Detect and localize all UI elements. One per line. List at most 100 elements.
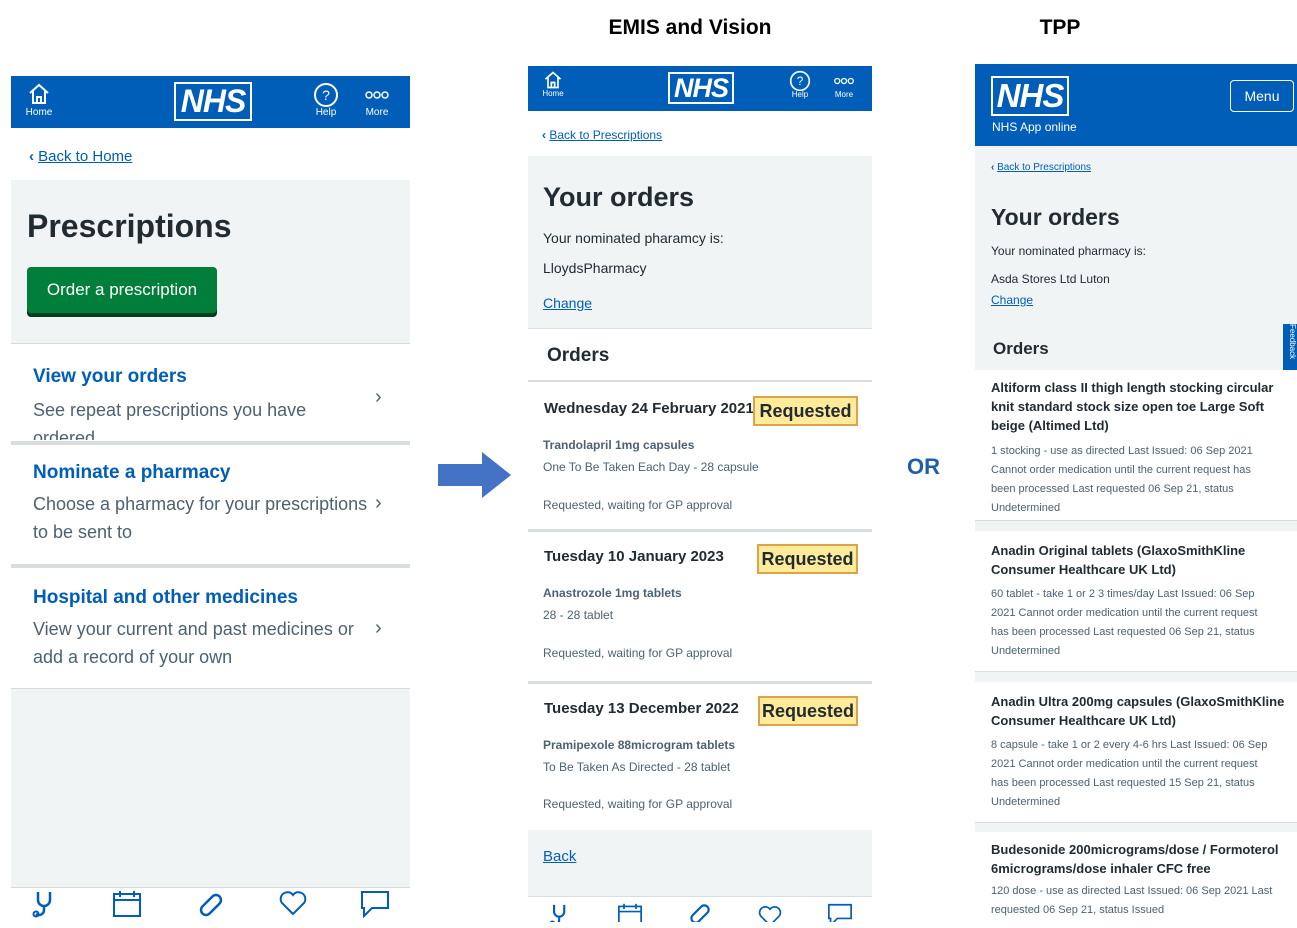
change-pharmacy-link[interactable]: Change bbox=[543, 295, 592, 311]
back-link[interactable]: Back bbox=[543, 848, 576, 865]
list-item-hospital-medicines[interactable]: Hospital and other medicines View your c… bbox=[11, 569, 410, 687]
help-icon: ? bbox=[314, 83, 338, 107]
home-label: Home bbox=[25, 107, 53, 118]
list-item-desc: View your current and past medicines or … bbox=[33, 619, 354, 667]
help-label: Help bbox=[315, 107, 337, 118]
chevron-left-icon: ‹ bbox=[29, 148, 34, 165]
divider bbox=[11, 563, 410, 568]
back-to-home-link[interactable]: ‹ Back to Home bbox=[29, 148, 132, 165]
order-medicine: Anastrozole 1mg tablets bbox=[543, 586, 682, 600]
list-item-desc: Choose a pharmacy for your prescriptions… bbox=[33, 494, 368, 542]
order-title: Budesonide 200micrograms/dose / Formoter… bbox=[991, 840, 1291, 878]
list-item-view-orders[interactable]: View your orders See repeat prescription… bbox=[11, 344, 410, 448]
order-detail-line: Undetermined bbox=[991, 645, 1061, 657]
order-details: 1 stocking - use as directed Last Issued… bbox=[991, 442, 1291, 518]
help-button[interactable]: ? Help bbox=[786, 70, 814, 99]
order-detail-line: 2021 Cannot order medication until the c… bbox=[991, 758, 1258, 770]
chevron-left-icon: ‹ bbox=[991, 162, 995, 173]
page-title: Your orders bbox=[991, 204, 1120, 230]
help-button[interactable]: ? Help bbox=[309, 82, 343, 118]
pill-icon bbox=[690, 904, 710, 922]
order-detail-line: Undetermined bbox=[991, 796, 1061, 808]
back-to-prescriptions-link[interactable]: ‹ Back to Prescriptions bbox=[991, 162, 1091, 173]
nhs-logo: NHS bbox=[174, 82, 252, 121]
order-status: Requested, waiting for GP approval bbox=[543, 498, 733, 512]
orders-heading: Orders bbox=[547, 345, 610, 366]
tab-calendar[interactable] bbox=[612, 901, 648, 922]
app-header: Home NHS ? Help More bbox=[11, 76, 410, 128]
order-prescription-button[interactable]: Order a prescription bbox=[27, 267, 217, 313]
message-icon bbox=[361, 891, 389, 919]
order-detail-line: 60 tablet - take 1 or 2 3 times/day Last… bbox=[991, 588, 1255, 600]
order-title-line: Consumer Healthcare UK Ltd) bbox=[991, 713, 1176, 728]
pharmacy-name: LloydsPharmacy bbox=[543, 260, 647, 276]
order-title-line: Budesonide 200micrograms/dose / Formoter… bbox=[991, 842, 1279, 857]
pharmacy-name: Asda Stores Ltd Luton bbox=[991, 272, 1110, 286]
order-card: Anadin Original tablets (GlaxoSmithKline… bbox=[975, 531, 1297, 672]
order-detail-line: Cannot order medication until the curren… bbox=[991, 464, 1251, 476]
tab-messages[interactable] bbox=[822, 901, 858, 922]
nhs-logo: NHS bbox=[991, 76, 1069, 116]
order-title-line: Anadin Original tablets (GlaxoSmithKline bbox=[991, 543, 1246, 558]
page-title: Your orders bbox=[543, 182, 695, 212]
list-item-nominate-pharmacy[interactable]: Nominate a pharmacy Choose a pharmacy fo… bbox=[11, 446, 410, 562]
order-card: Tuesday 13 December 2022 Requested Prami… bbox=[528, 684, 872, 830]
order-dosage: 28 - 28 tablet bbox=[543, 608, 614, 622]
site-name: NHS App online bbox=[992, 120, 1077, 134]
app-header: Home NHS ? Help More bbox=[528, 66, 872, 111]
order-card: Altiform class II thigh length stocking … bbox=[975, 370, 1297, 521]
home-button[interactable]: Home bbox=[19, 82, 59, 118]
tab-health[interactable] bbox=[752, 901, 788, 922]
status-badge: Requested bbox=[753, 396, 858, 426]
order-date: Tuesday 13 December 2022 bbox=[544, 700, 739, 717]
order-status: Requested, waiting for GP approval bbox=[543, 797, 733, 811]
order-detail-line: 1 stocking - use as directed Last Issued… bbox=[991, 445, 1253, 457]
calendar-icon bbox=[618, 903, 642, 922]
order-title-line: 6micrograms/dose inhaler CFC free bbox=[991, 861, 1211, 876]
more-label: More bbox=[365, 107, 389, 118]
order-title-line: Altiform class II thigh length stocking … bbox=[991, 380, 1274, 395]
status-badge: Requested bbox=[758, 696, 858, 726]
back-to-prescriptions-link[interactable]: ‹ Back to Prescriptions bbox=[542, 128, 662, 142]
home-button[interactable]: Home bbox=[536, 70, 570, 98]
order-dosage: One To Be Taken Each Day - 28 capsule bbox=[543, 460, 759, 474]
order-detail-line: 2021 Cannot order medication until the c… bbox=[991, 607, 1258, 619]
order-card: Tuesday 10 January 2023 Requested Anastr… bbox=[528, 532, 872, 680]
menu-button[interactable]: Menu bbox=[1230, 80, 1294, 112]
tab-health[interactable] bbox=[273, 890, 313, 924]
order-dosage: To Be Taken As Directed - 28 tablet bbox=[543, 760, 731, 774]
tab-prescriptions[interactable] bbox=[191, 890, 231, 928]
or-label: OR bbox=[907, 454, 940, 479]
order-detail-line: Undetermined bbox=[991, 502, 1061, 514]
order-detail-line: 120 dose - use as directed Last Issued: … bbox=[991, 885, 1273, 897]
list-item-title: Nominate a pharmacy bbox=[33, 462, 231, 483]
chevron-right-icon: › bbox=[375, 617, 382, 639]
order-title-line: Consumer Healthcare UK Ltd) bbox=[991, 562, 1176, 577]
order-title: Anadin Ultra 200mg capsules (GlaxoSmithK… bbox=[991, 692, 1291, 730]
order-details: 8 capsule - take 1 or 2 every 4-6 hrs La… bbox=[991, 736, 1291, 812]
more-button[interactable]: More bbox=[828, 70, 860, 99]
order-detail-line: has been processed Last requested 15 Sep… bbox=[991, 777, 1255, 789]
order-detail-line: requested 06 Sep 21, status Issued bbox=[991, 904, 1165, 916]
order-title-line: beige (Altimed Ltd) bbox=[991, 418, 1109, 433]
more-dots-icon bbox=[834, 77, 854, 85]
order-date: Tuesday 10 January 2023 bbox=[544, 548, 724, 565]
back-link-label: Back to Prescriptions bbox=[997, 162, 1092, 173]
pharmacy-label: Your nominated pharmacy is: bbox=[991, 244, 1146, 258]
more-button[interactable]: More bbox=[359, 82, 395, 118]
nhs-logo: NHS bbox=[668, 72, 734, 104]
back-link-label: Back to Prescriptions bbox=[549, 128, 663, 142]
tab-stethoscope[interactable] bbox=[542, 901, 578, 922]
order-title: Altiform class II thigh length stocking … bbox=[991, 378, 1291, 435]
order-medicine: Pramipexole 88microgram tablets bbox=[543, 738, 736, 752]
order-card: Budesonide 200micrograms/dose / Formoter… bbox=[975, 832, 1297, 921]
order-status: Requested, waiting for GP approval bbox=[543, 646, 733, 660]
order-card: Anadin Ultra 200mg capsules (GlaxoSmithK… bbox=[975, 682, 1297, 823]
list-item-title: Hospital and other medicines bbox=[33, 587, 298, 608]
site-header: NHS NHS App online Menu bbox=[975, 64, 1297, 146]
calendar-icon bbox=[113, 891, 141, 917]
change-pharmacy-link[interactable]: Change bbox=[991, 293, 1033, 307]
order-details: 120 dose - use as directed Last Issued: … bbox=[991, 882, 1291, 920]
order-title-line: knit standard stock size open toe Large … bbox=[991, 399, 1265, 414]
tab-prescriptions[interactable] bbox=[682, 901, 718, 922]
